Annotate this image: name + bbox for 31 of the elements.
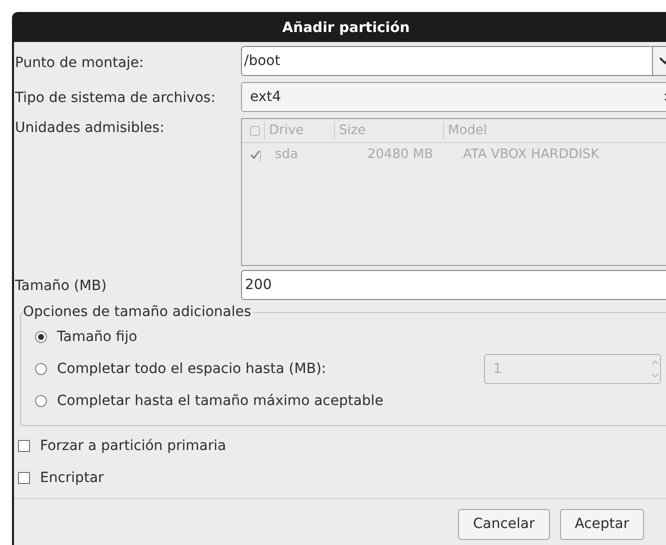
header-checkbox-icon [250, 126, 260, 136]
field-label: Tamaño (MB) [14, 277, 108, 296]
column-header: Size [334, 120, 439, 140]
select-value: ext4 [250, 88, 282, 106]
checkbox[interactable] [18, 440, 30, 452]
field-value: 200 [245, 276, 272, 294]
table-cell-text: 20480 MB [366, 146, 433, 164]
option-label: Completar hasta el tamaño máximo aceptable [57, 392, 384, 410]
column-header: Model [443, 120, 666, 140]
field-label: Punto de montaje: [14, 54, 145, 73]
field-label: Unidades admisibles: [14, 119, 166, 138]
radio-button[interactable] [35, 363, 47, 375]
window-title: Añadir partición [282, 18, 410, 38]
option-label: Tamaño fijo [57, 328, 138, 346]
dialog-button[interactable]: Cancelar [458, 509, 550, 540]
checkbox-label: Forzar a partición primaria [40, 436, 226, 456]
field-label: Tipo de sistema de archivos: [14, 89, 216, 108]
dialog-button[interactable]: Aceptar [560, 509, 644, 540]
checkbox-label: Encriptar [40, 468, 104, 488]
table-cell-text: ATA VBOX HARDDISK [463, 146, 600, 164]
column-header: Drive [264, 120, 330, 140]
option-label: Completar todo el espacio hasta (MB): [57, 360, 326, 378]
radio-button[interactable] [35, 331, 47, 343]
field-value: 1 [493, 360, 502, 378]
size-spin-field[interactable]: 200 [241, 270, 666, 300]
checkbox[interactable] [18, 472, 30, 484]
combo-value: /boot [244, 52, 280, 70]
radio-button[interactable] [35, 395, 47, 407]
filesystem-select[interactable]: ext4 [241, 82, 666, 112]
combo-box[interactable]: /boot [241, 46, 666, 76]
table-cell-text: sda [275, 146, 299, 164]
